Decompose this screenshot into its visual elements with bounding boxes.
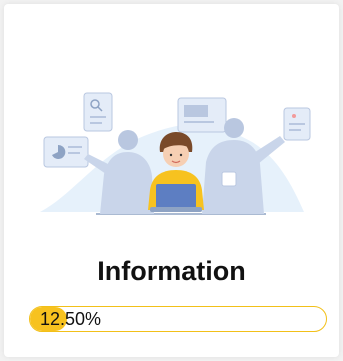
progress-bar: 12.50% bbox=[29, 306, 327, 332]
team-working-illustration-icon bbox=[40, 92, 311, 215]
info-card: Information 12.50% bbox=[4, 4, 339, 357]
card-title: Information bbox=[97, 256, 246, 286]
progress-label: 12.50% bbox=[40, 309, 102, 329]
